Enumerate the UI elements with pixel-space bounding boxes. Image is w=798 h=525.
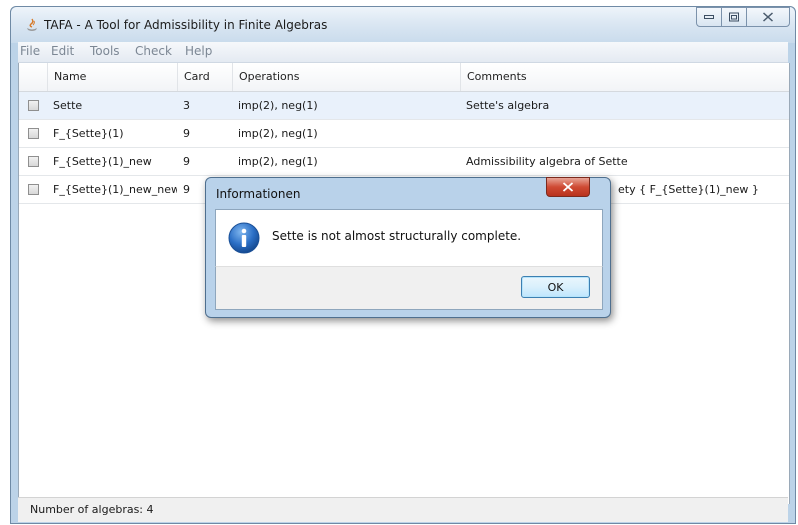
menu-bar: File Edit Tools Check Help bbox=[18, 42, 788, 63]
cell-operations: imp(2), neg(1) bbox=[238, 127, 318, 140]
table-row[interactable]: F_{Sette}(1) 9 imp(2), neg(1) bbox=[19, 120, 789, 148]
column-header-operations[interactable]: Operations bbox=[232, 63, 460, 91]
close-button[interactable] bbox=[746, 7, 790, 27]
title-bar[interactable]: TAFA - A Tool for Admissibility in Finit… bbox=[11, 7, 795, 43]
maximize-button[interactable] bbox=[721, 7, 747, 27]
menu-help[interactable]: Help bbox=[185, 44, 212, 58]
cell-comments: ety { F_{Sette}(1)_new } bbox=[618, 183, 759, 196]
close-icon bbox=[562, 182, 574, 192]
cell-name: F_{Sette}(1)_new_new bbox=[53, 183, 177, 196]
cell-card: 9 bbox=[183, 127, 190, 140]
maximize-icon bbox=[729, 12, 739, 22]
row-checkbox[interactable] bbox=[28, 156, 39, 167]
column-header-name[interactable]: Name bbox=[47, 63, 177, 91]
info-icon bbox=[228, 222, 260, 254]
status-bar: Number of algebras: 4 bbox=[18, 497, 788, 522]
cell-name: Sette bbox=[53, 99, 83, 112]
information-dialog: Informationen Sette is not almost struct… bbox=[205, 177, 611, 318]
dialog-body: Sette is not almost structurally complet… bbox=[215, 209, 603, 267]
cell-comments: Sette's algebra bbox=[466, 99, 550, 112]
menu-tools[interactable]: Tools bbox=[90, 44, 120, 58]
algebra-count: Number of algebras: 4 bbox=[30, 503, 154, 516]
column-header-card[interactable]: Card bbox=[177, 63, 232, 91]
cell-name: F_{Sette}(1) bbox=[53, 127, 124, 140]
table-header: Name Card Operations Comments bbox=[19, 63, 789, 92]
dialog-footer: OK bbox=[215, 266, 603, 310]
close-icon bbox=[763, 12, 773, 22]
cell-operations: imp(2), neg(1) bbox=[238, 155, 318, 168]
cell-card: 9 bbox=[183, 155, 190, 168]
row-checkbox[interactable] bbox=[28, 128, 39, 139]
cell-name: F_{Sette}(1)_new bbox=[53, 155, 152, 168]
cell-comments bbox=[460, 120, 789, 147]
window-title: TAFA - A Tool for Admissibility in Finit… bbox=[44, 18, 328, 32]
menu-file[interactable]: File bbox=[20, 44, 40, 58]
menu-edit[interactable]: Edit bbox=[51, 44, 74, 58]
minimize-button[interactable] bbox=[696, 7, 722, 27]
cell-card: 3 bbox=[183, 99, 190, 112]
menu-check[interactable]: Check bbox=[135, 44, 172, 58]
row-checkbox[interactable] bbox=[28, 184, 39, 195]
dialog-title: Informationen bbox=[216, 187, 301, 201]
row-checkbox[interactable] bbox=[28, 100, 39, 111]
table-row[interactable]: F_{Sette}(1)_new 9 imp(2), neg(1) Admiss… bbox=[19, 148, 789, 176]
ok-button[interactable]: OK bbox=[521, 276, 590, 298]
minimize-icon bbox=[704, 15, 714, 19]
cell-comments: Admissibility algebra of Sette bbox=[466, 155, 628, 168]
column-header-comments[interactable]: Comments bbox=[460, 63, 789, 91]
dialog-message: Sette is not almost structurally complet… bbox=[272, 229, 522, 243]
column-header-select[interactable] bbox=[19, 63, 47, 91]
cell-operations: imp(2), neg(1) bbox=[238, 99, 318, 112]
table-row[interactable]: Sette 3 imp(2), neg(1) Sette's algebra bbox=[19, 92, 789, 120]
dialog-close-button[interactable] bbox=[546, 177, 590, 197]
java-app-icon bbox=[27, 18, 37, 31]
